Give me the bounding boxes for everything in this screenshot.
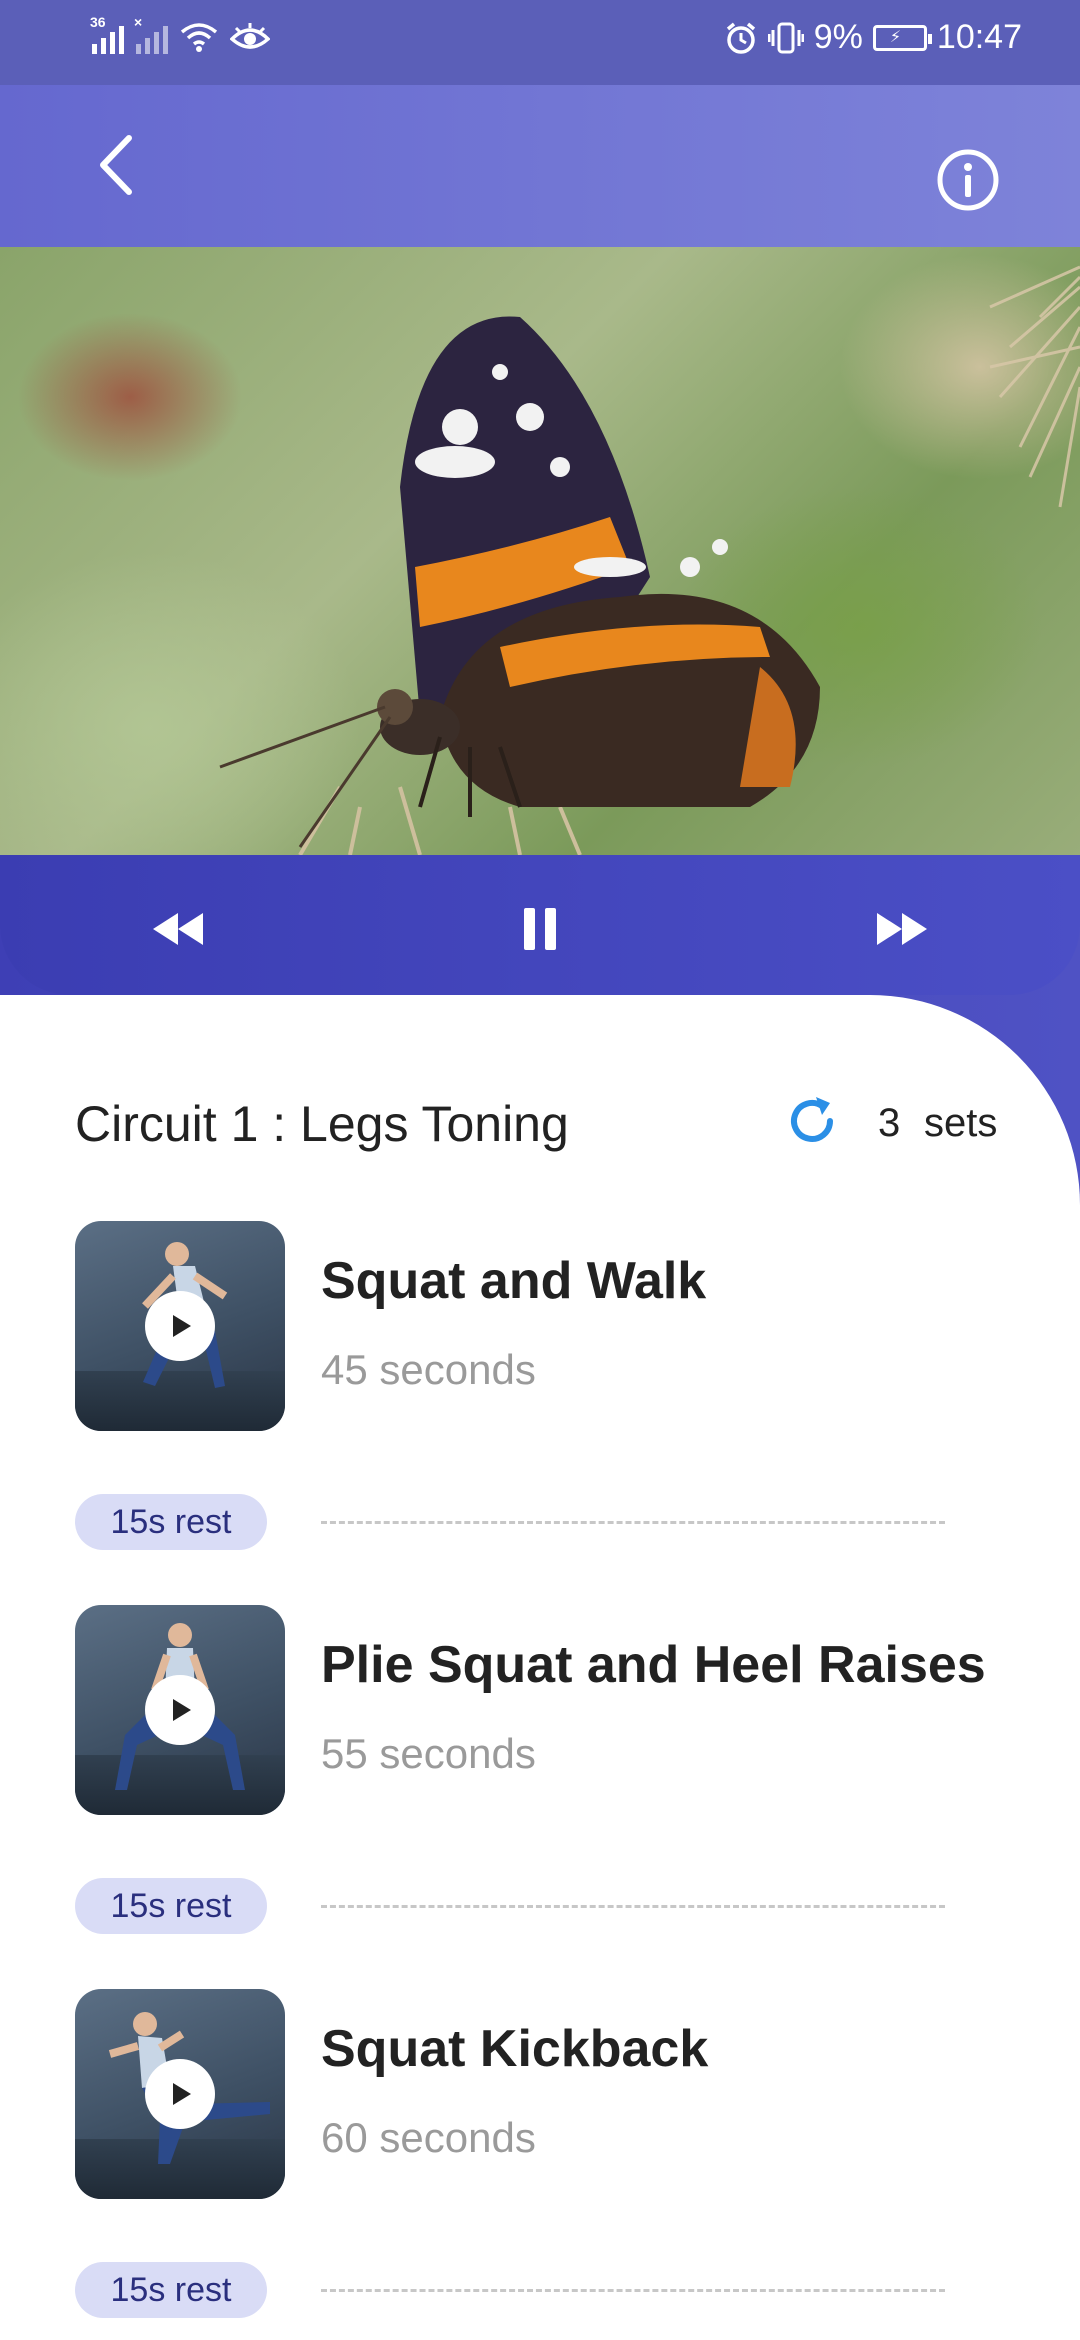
rest-row: 15s rest bbox=[75, 2262, 945, 2318]
network-type-label: 36 bbox=[90, 14, 106, 30]
status-bar: 36 × 9% ⚡ 10:47 bbox=[0, 0, 1080, 85]
exercise-thumbnail[interactable] bbox=[75, 1605, 285, 1815]
repeat-icon bbox=[782, 1091, 842, 1151]
exercise-item[interactable]: Squat Kickback 60 seconds bbox=[75, 1989, 1005, 2199]
exercise-item[interactable]: Squat and Walk 45 seconds bbox=[75, 1221, 1005, 1431]
battery-percent: 9% bbox=[813, 18, 863, 56]
app-header bbox=[0, 85, 1080, 247]
fast-forward-button[interactable] bbox=[862, 899, 942, 959]
rest-divider bbox=[321, 2289, 945, 2292]
rest-badge: 15s rest bbox=[75, 1494, 267, 1550]
status-left: 36 × bbox=[90, 14, 270, 54]
rewind-button[interactable] bbox=[138, 899, 218, 959]
chevron-left-icon bbox=[100, 135, 132, 195]
status-right: 9% ⚡ 10:47 bbox=[724, 18, 1022, 57]
play-button[interactable] bbox=[145, 1291, 215, 1361]
exercise-duration: 45 seconds bbox=[321, 1346, 536, 1393]
exercise-duration: 55 seconds bbox=[321, 1730, 536, 1777]
rest-badge: 15s rest bbox=[75, 1878, 267, 1934]
butterfly-video-frame bbox=[219, 265, 1080, 855]
wifi-icon bbox=[180, 23, 218, 52]
play-button[interactable] bbox=[145, 2059, 215, 2129]
exercise-item[interactable]: Plie Squat and Heel Raises 55 seconds bbox=[75, 1605, 1005, 1815]
battery-icon: ⚡ bbox=[872, 24, 932, 51]
exercise-name: Squat and Walk bbox=[321, 1252, 707, 1310]
circuit-panel: Circuit 1 : Legs Toning 3 sets Squat and… bbox=[0, 995, 1080, 2340]
cell-signal-2-icon: × bbox=[134, 14, 168, 54]
rest-badge: 15s rest bbox=[75, 2262, 267, 2318]
rest-row: 15s rest bbox=[75, 1878, 945, 1934]
exercise-name: Squat Kickback bbox=[321, 2020, 709, 2078]
rewind-icon bbox=[153, 913, 203, 945]
clock: 10:47 bbox=[936, 18, 1022, 56]
circuit-title: Circuit 1 : Legs Toning bbox=[75, 1096, 569, 1152]
cell-signal-icon: 36 bbox=[90, 14, 124, 54]
back-button[interactable] bbox=[80, 125, 150, 205]
play-icon bbox=[173, 1315, 191, 1337]
pause-button[interactable] bbox=[500, 899, 580, 959]
rest-divider bbox=[321, 1905, 945, 1908]
rest-divider bbox=[321, 1521, 945, 1524]
alarm-icon bbox=[726, 22, 755, 54]
eye-icon bbox=[230, 23, 270, 49]
play-icon bbox=[173, 2083, 191, 2105]
play-icon bbox=[173, 1699, 191, 1721]
video-player[interactable] bbox=[0, 247, 1080, 855]
exercise-thumbnail[interactable] bbox=[75, 1989, 285, 2199]
info-button[interactable] bbox=[934, 146, 1002, 214]
fast-forward-icon bbox=[877, 913, 927, 945]
playback-controls bbox=[0, 855, 1080, 995]
play-button[interactable] bbox=[145, 1675, 215, 1745]
sets-count: 3 bbox=[878, 1101, 901, 1145]
exercise-name: Plie Squat and Heel Raises bbox=[321, 1636, 986, 1694]
info-icon bbox=[937, 149, 999, 211]
vibrate-icon bbox=[767, 22, 804, 53]
pause-icon bbox=[524, 908, 556, 950]
sets-label: sets bbox=[924, 1101, 998, 1145]
exercise-thumbnail[interactable] bbox=[75, 1221, 285, 1431]
rest-row: 15s rest bbox=[75, 1494, 945, 1550]
exercise-duration: 60 seconds bbox=[321, 2114, 536, 2161]
